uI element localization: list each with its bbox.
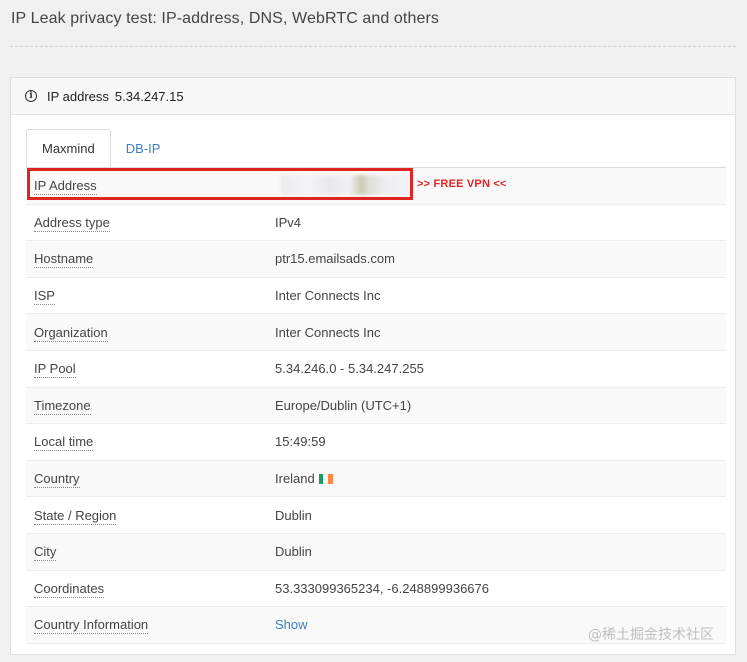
row-label-text: Coordinates	[34, 580, 105, 598]
table-row-local-time: Local time 15:49:59	[26, 424, 726, 461]
row-value: 53.333099365234, -6.248899936676	[275, 580, 489, 596]
row-value: 5.34.246.0 - 5.34.247.255	[275, 361, 424, 377]
provider-tabs: Maxmind DB-IP	[26, 129, 726, 168]
row-label-text: City	[34, 544, 57, 562]
row-label: IP Address	[26, 178, 275, 196]
card-header: i IP address 5.34.247.15	[11, 78, 735, 115]
row-label-text: Timezone	[34, 397, 91, 415]
row-label-text: ISP	[34, 288, 55, 306]
table-row-organization: Organization Inter Connects Inc	[26, 314, 726, 351]
row-value: Dublin	[275, 507, 312, 523]
row-value: Inter Connects Inc	[275, 324, 381, 340]
table-row-isp: ISP Inter Connects Inc	[26, 277, 726, 315]
table-row-coordinates: Coordinates 53.333099365234, -6.24889993…	[26, 570, 726, 608]
header-label: IP address	[47, 88, 109, 104]
row-label: Hostname	[26, 251, 275, 269]
row-label-text: IP Pool	[34, 361, 76, 379]
row-value: Ireland	[275, 471, 333, 486]
title-separator	[10, 46, 736, 47]
tab-maxmind[interactable]: Maxmind	[26, 129, 111, 168]
row-label: City	[26, 544, 275, 562]
table-row-state-region: State / Region Dublin	[26, 497, 726, 534]
table-row-hostname: Hostname ptr15.emailsads.com	[26, 241, 726, 278]
row-label: IP Pool	[26, 361, 275, 379]
row-label: Country Information	[26, 617, 275, 635]
row-label-text: Country Information	[34, 617, 149, 635]
page-title: IP Leak privacy test: IP-address, DNS, W…	[11, 10, 440, 27]
flag-stripe-orange	[328, 473, 333, 484]
row-value: Show	[275, 617, 308, 632]
table-row-timezone: Timezone Europe/Dublin (UTC+1)	[26, 387, 726, 425]
row-label: State / Region	[26, 507, 275, 525]
ireland-flag-icon	[318, 473, 333, 484]
blurred-ip-value	[281, 175, 411, 195]
row-label-text: IP Address	[34, 178, 97, 196]
row-label: Organization	[26, 324, 275, 342]
row-label-text: Local time	[34, 434, 94, 452]
row-value: Dublin	[275, 544, 312, 560]
row-label: Address type	[26, 214, 275, 232]
row-label: Country	[26, 471, 275, 489]
row-value: Inter Connects Inc	[275, 288, 381, 304]
show-country-info-link[interactable]: Show	[275, 617, 308, 632]
table-row-address-type: Address type IPv4	[26, 204, 726, 242]
free-vpn-annotation: >> FREE VPN <<	[417, 178, 507, 190]
table-row-city: City Dublin	[26, 533, 726, 571]
row-value: IPv4	[275, 214, 302, 230]
row-label-text: Country	[34, 471, 80, 489]
tab-db-ip[interactable]: DB-IP	[111, 129, 176, 167]
row-label-text: Hostname	[34, 251, 94, 269]
row-label-text: Address type	[34, 214, 110, 232]
row-label: Local time	[26, 434, 275, 452]
ip-info-card: i IP address 5.34.247.15 Maxmind DB-IP I…	[10, 77, 736, 655]
table-row-ip-pool: IP Pool 5.34.246.0 - 5.34.247.255	[26, 350, 726, 388]
header-ip-value: 5.34.247.15	[114, 88, 184, 104]
row-label: ISP	[26, 288, 275, 306]
row-label: Timezone	[26, 397, 275, 415]
row-label-text: Organization	[34, 324, 108, 342]
row-label-text: State / Region	[34, 507, 117, 525]
row-value: Europe/Dublin (UTC+1)	[275, 397, 412, 413]
country-name: Ireland	[275, 471, 315, 487]
info-icon: i	[25, 90, 37, 102]
watermark: @稀土掘金技术社区	[588, 627, 714, 643]
table-row-country: Country Ireland	[26, 460, 726, 498]
row-label: Coordinates	[26, 580, 275, 598]
row-value: 15:49:59	[275, 434, 326, 450]
row-value: ptr15.emailsads.com	[275, 251, 395, 267]
ip-details-table: IP Address Address type IPv4 Hostname pt…	[26, 167, 726, 644]
